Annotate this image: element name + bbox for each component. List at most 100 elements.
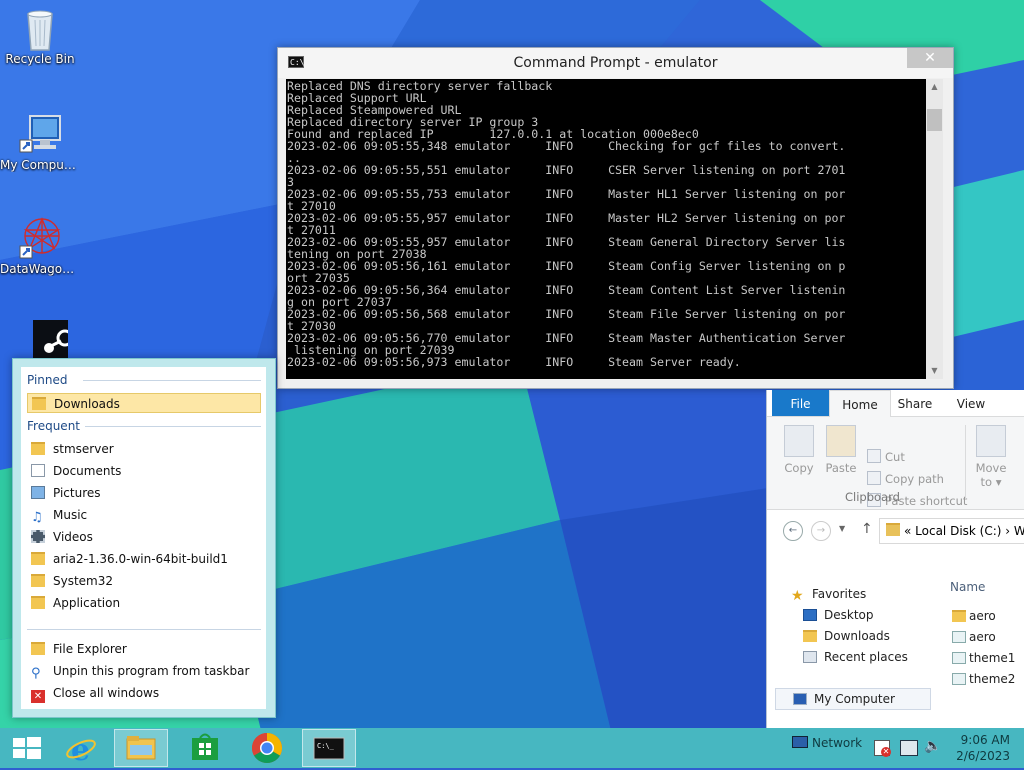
move-to-button[interactable]: Move to ▾ bbox=[973, 425, 1009, 489]
taskbar-store[interactable] bbox=[178, 729, 232, 767]
jump-item-label: stmserver bbox=[53, 442, 114, 456]
music-icon: ♫ bbox=[31, 510, 43, 525]
vertical-scrollbar[interactable]: ▲ ▼ bbox=[926, 79, 943, 379]
network-label[interactable]: Network bbox=[792, 736, 862, 750]
folder-icon bbox=[31, 574, 45, 587]
cut-button[interactable]: Cut bbox=[867, 447, 905, 467]
desktop-icon-my-computer[interactable]: My Computer bbox=[0, 112, 80, 172]
jump-item-documents[interactable]: Documents bbox=[27, 461, 261, 481]
jump-item-pictures[interactable]: Pictures bbox=[27, 483, 261, 503]
nav-label: Favorites bbox=[812, 587, 867, 601]
jump-task-close-all[interactable]: ✕ Close all windows bbox=[27, 683, 261, 703]
start-button[interactable] bbox=[0, 729, 54, 767]
windows-logo-icon bbox=[13, 737, 41, 759]
file-explorer-window[interactable]: File Home Share View Copy Paste Cut Copy… bbox=[766, 390, 1024, 728]
action-center-icon[interactable]: ✕ bbox=[874, 740, 891, 757]
network-tray-icon[interactable] bbox=[900, 740, 918, 756]
folder-icon bbox=[31, 552, 45, 565]
desktop-icon-label: DataWagon... bbox=[0, 262, 80, 276]
nav-favorites[interactable]: ★ Favorites bbox=[791, 584, 866, 604]
taskbar-command-prompt[interactable]: C:\_ bbox=[302, 729, 356, 767]
file-item[interactable]: theme1 bbox=[952, 648, 1015, 668]
folder-icon bbox=[31, 596, 45, 609]
paste-button[interactable]: Paste bbox=[823, 425, 859, 475]
nav-downloads[interactable]: Downloads bbox=[803, 626, 890, 646]
copy-button[interactable]: Copy bbox=[781, 425, 817, 475]
taskbar-jump-list: Pinned Downloads Frequent stmserver Docu… bbox=[12, 358, 276, 718]
file-explorer-icon bbox=[126, 736, 156, 760]
console-line: 2023-02-06 09:05:55,753 emulator INFO Ma… bbox=[287, 187, 846, 201]
scroll-down-icon[interactable]: ▼ bbox=[926, 363, 943, 379]
cmd-title-bar[interactable]: C:\ Command Prompt - emulator ✕ bbox=[278, 48, 953, 78]
tab-share[interactable]: Share bbox=[895, 390, 935, 416]
network-text: Network bbox=[812, 736, 863, 750]
downloads-folder-icon bbox=[803, 630, 817, 642]
computer-icon bbox=[18, 112, 62, 156]
jump-item-label: Application bbox=[53, 596, 121, 610]
taskbar-internet-explorer[interactable]: e bbox=[54, 729, 108, 768]
tab-file[interactable]: File bbox=[772, 390, 829, 416]
move-to-icon bbox=[976, 425, 1006, 457]
jump-item-music[interactable]: ♫ Music bbox=[27, 505, 261, 525]
copy-path-icon bbox=[867, 471, 881, 485]
console-output[interactable]: Replaced DNS directory server fallback Re… bbox=[286, 79, 926, 379]
nav-recent-places[interactable]: Recent places bbox=[803, 647, 908, 667]
pinned-header: Pinned bbox=[27, 373, 68, 387]
close-icon: ✕ bbox=[924, 50, 936, 66]
move-to-label-2: to ▾ bbox=[980, 475, 1002, 489]
column-header-name[interactable]: Name bbox=[950, 580, 985, 594]
address-bar[interactable]: « Local Disk (C:) › W bbox=[879, 518, 1024, 544]
command-prompt-window[interactable]: C:\ Command Prompt - emulator ✕ Replaced… bbox=[277, 47, 954, 389]
volume-icon[interactable]: 🔈 bbox=[924, 738, 941, 754]
desktop-icon-recycle-bin[interactable]: Recycle Bin bbox=[0, 6, 80, 66]
jump-item-downloads[interactable]: Downloads bbox=[27, 393, 261, 413]
jump-task-unpin[interactable]: ⚲ Unpin this program from taskbar bbox=[27, 661, 261, 681]
copy-icon bbox=[784, 425, 814, 457]
jump-item-system32[interactable]: System32 bbox=[27, 571, 261, 591]
star-icon: ★ bbox=[791, 588, 804, 604]
chrome-icon bbox=[251, 733, 282, 764]
jump-item-label: aria2-1.36.0-win-64bit-build1 bbox=[53, 552, 228, 566]
clock[interactable]: 9:06 AM 2/6/2023 bbox=[940, 732, 1010, 764]
jump-item-aria2[interactable]: aria2-1.36.0-win-64bit-build1 bbox=[27, 549, 261, 569]
nav-my-computer[interactable]: My Computer bbox=[775, 688, 931, 710]
ribbon-separator bbox=[965, 425, 966, 499]
desktop-icon-datawagon[interactable]: DataWagon... bbox=[0, 216, 80, 276]
scroll-up-icon[interactable]: ▲ bbox=[926, 79, 943, 95]
file-item[interactable]: aero bbox=[952, 606, 996, 626]
theme-file-icon bbox=[952, 673, 966, 685]
jump-item-stmserver[interactable]: stmserver bbox=[27, 439, 261, 459]
file-item[interactable]: aero bbox=[952, 627, 996, 647]
store-icon bbox=[192, 733, 218, 760]
tab-view[interactable]: View bbox=[953, 390, 989, 416]
videos-icon bbox=[31, 530, 45, 543]
console-line: 2023-02-06 09:05:55,551 emulator INFO CS… bbox=[287, 163, 846, 177]
clock-time: 9:06 AM bbox=[960, 733, 1010, 747]
file-item[interactable]: theme2 bbox=[952, 669, 1015, 689]
copy-path-button[interactable]: Copy path bbox=[867, 469, 944, 489]
address-text: « Local Disk (C:) › W bbox=[904, 524, 1024, 538]
divider bbox=[85, 426, 261, 427]
unpin-icon: ⚲ bbox=[31, 666, 41, 681]
nav-label: Desktop bbox=[824, 608, 874, 622]
taskbar-chrome[interactable] bbox=[240, 729, 294, 767]
forward-button[interactable]: → bbox=[811, 521, 831, 541]
recent-locations-chevron-icon[interactable]: ▼ bbox=[839, 524, 845, 533]
back-button[interactable]: ← bbox=[783, 521, 803, 541]
copy-path-label: Copy path bbox=[885, 472, 944, 486]
file-name: aero bbox=[969, 609, 996, 623]
console-line: 2023-02-06 09:05:55,957 emulator INFO Ma… bbox=[287, 211, 846, 225]
console-line: 2023-02-06 09:05:56,161 emulator INFO St… bbox=[287, 259, 846, 273]
close-button[interactable]: ✕ bbox=[907, 48, 953, 68]
folder-icon bbox=[886, 523, 900, 536]
tab-home[interactable]: Home bbox=[829, 390, 891, 417]
nav-label: My Computer bbox=[814, 692, 895, 706]
nav-desktop[interactable]: Desktop bbox=[803, 605, 874, 625]
taskbar-file-explorer[interactable] bbox=[114, 729, 168, 767]
up-button[interactable]: ↑ bbox=[861, 521, 873, 537]
jump-item-application[interactable]: Application bbox=[27, 593, 261, 613]
jump-task-file-explorer[interactable]: File Explorer bbox=[27, 639, 261, 659]
jump-item-label: Unpin this program from taskbar bbox=[53, 664, 250, 678]
scroll-thumb[interactable] bbox=[927, 109, 942, 131]
jump-item-videos[interactable]: Videos bbox=[27, 527, 261, 547]
